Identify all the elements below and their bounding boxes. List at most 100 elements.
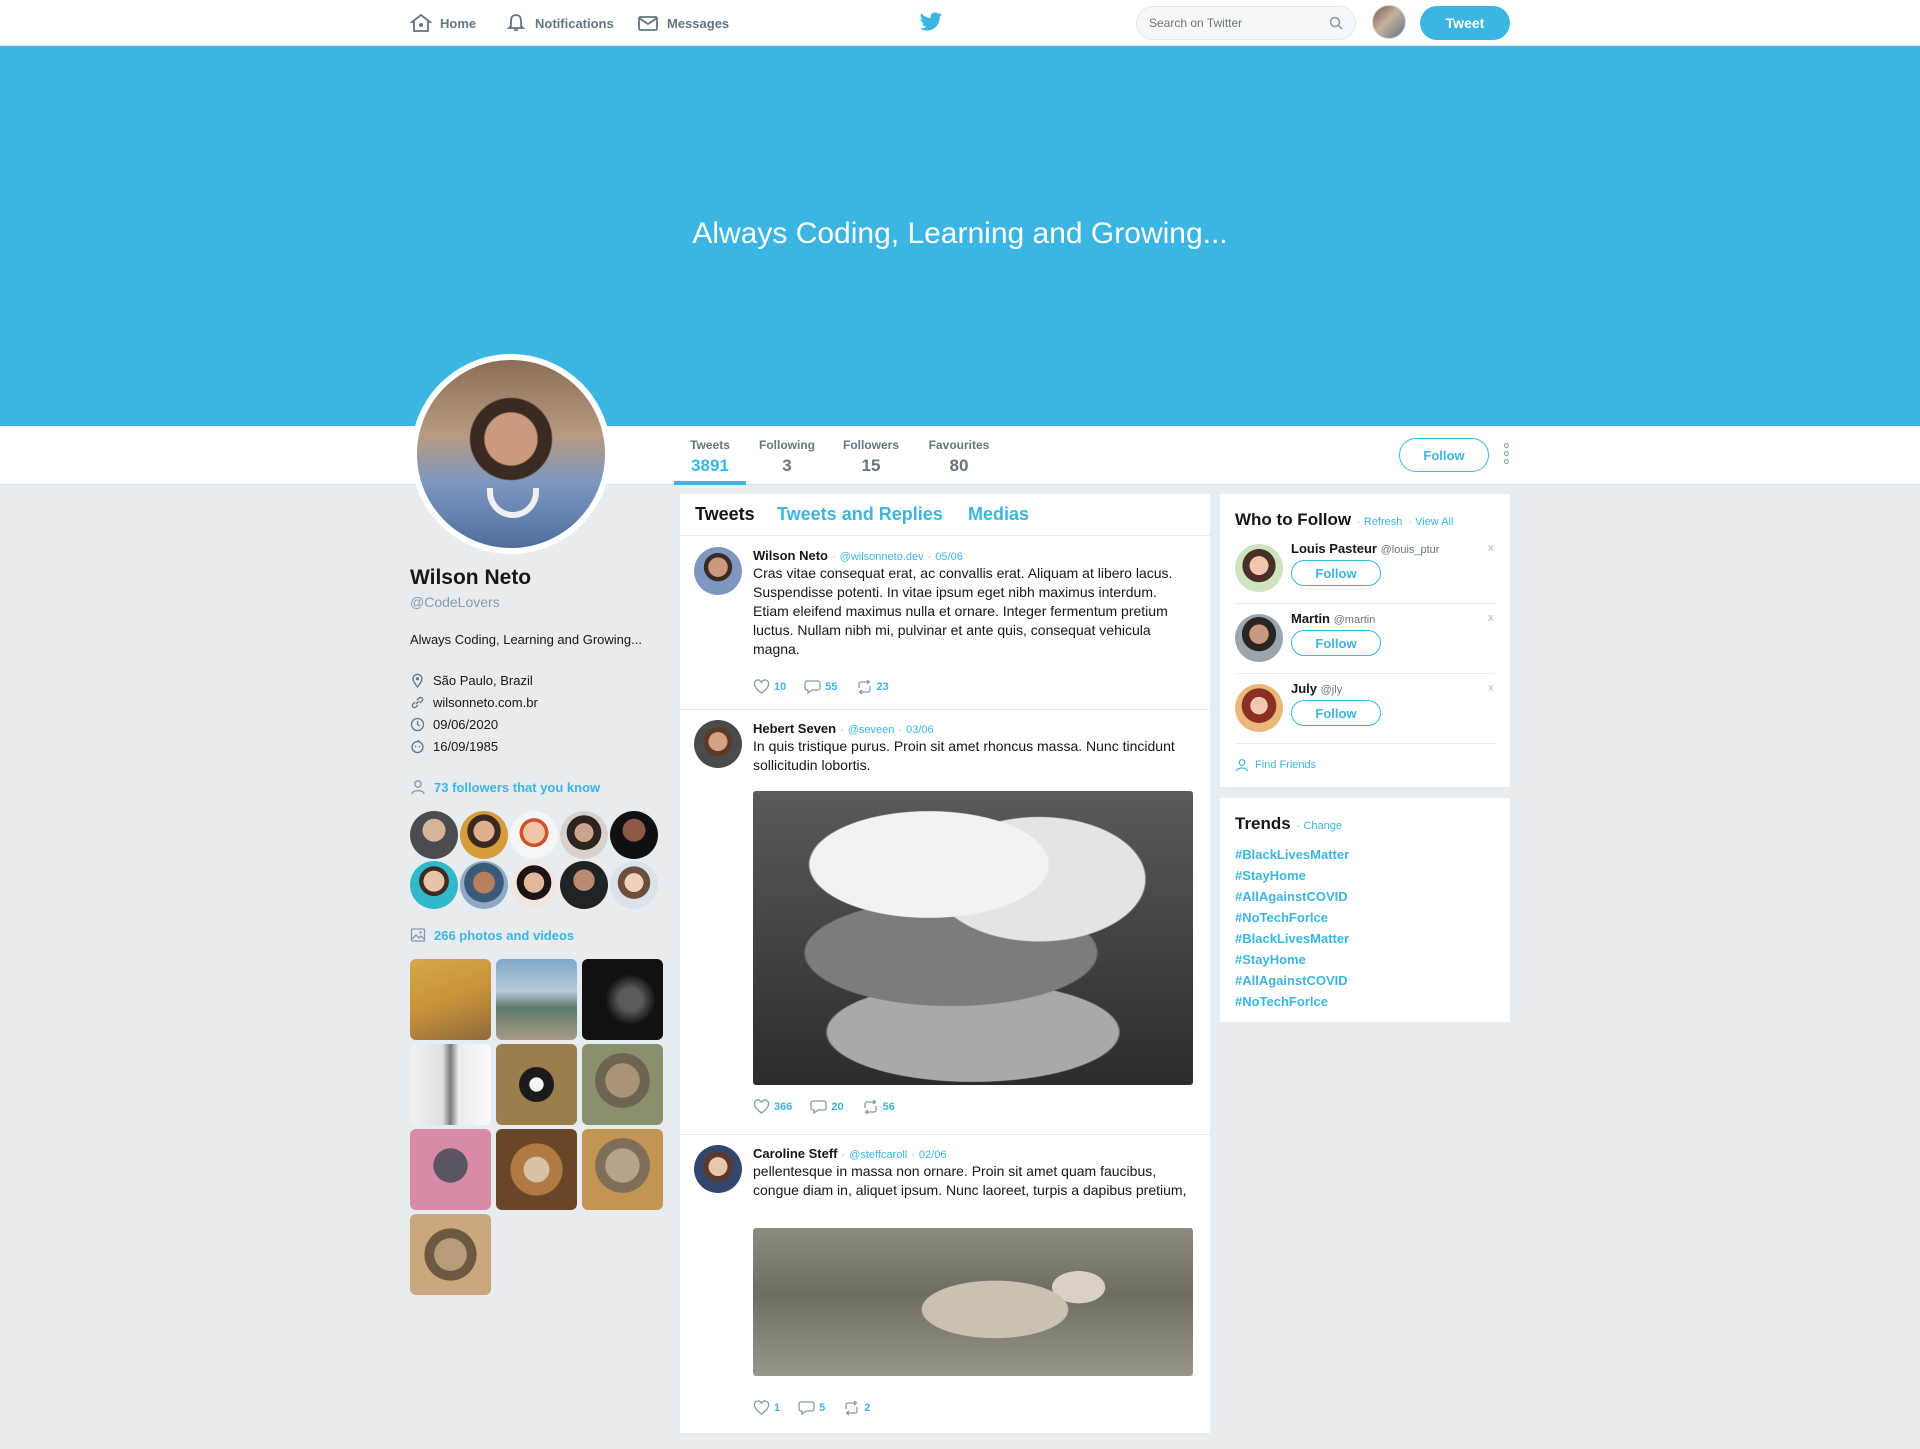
trend-item[interactable]: #NoTechForlce [1235,991,1349,1012]
suggestion-avatar[interactable] [1235,684,1283,732]
refresh-link[interactable]: · Refresh [1357,516,1402,528]
follower-avatar[interactable] [560,811,608,859]
tweet-date[interactable]: 03/06 [906,724,934,736]
find-friends-text[interactable]: Find Friends [1255,759,1316,771]
follower-avatar[interactable] [610,861,658,909]
retweet-action[interactable]: 56 [862,1099,895,1115]
tweet-item[interactable]: Hebert Seven · @seveen · 03/06 In quis t… [680,710,1210,1135]
twitter-bird-icon[interactable] [919,12,943,32]
like-action[interactable]: 366 [753,1099,792,1115]
more-options-icon[interactable] [1500,443,1512,465]
trend-item[interactable]: #BlackLivesMatter [1235,844,1349,865]
nav-avatar[interactable] [1372,5,1406,39]
dismiss-suggestion-icon[interactable]: x [1488,542,1494,554]
follower-avatar[interactable] [410,861,458,909]
media-thumbnail[interactable] [410,959,491,1040]
tweet-author-avatar[interactable] [694,547,742,595]
suggestion-follow-button[interactable]: Follow [1291,560,1381,586]
tweet-date[interactable]: 05/06 [935,551,963,563]
like-action[interactable]: 10 [753,679,786,695]
media-thumbnail[interactable] [582,959,663,1040]
profile-avatar[interactable] [411,354,611,554]
dismiss-suggestion-icon[interactable]: x [1488,612,1494,624]
tweet-author-name[interactable]: Hebert Seven [753,721,836,736]
search-box[interactable] [1136,6,1356,40]
suggestion-follow-button[interactable]: Follow [1291,700,1381,726]
stat-tweets[interactable]: Tweets 3891 [680,438,740,476]
follower-avatar[interactable] [410,811,458,859]
view-all-link[interactable]: · View All [1408,516,1453,528]
followers-you-know-text[interactable]: 73 followers that you know [434,780,600,795]
retweet-action[interactable]: 23 [856,679,889,695]
tab-tweets[interactable]: Tweets [695,504,755,525]
tweet-author-avatar[interactable] [694,720,742,768]
profile-handle[interactable]: @CodeLovers [410,594,666,610]
suggestion-handle[interactable]: @louis_ptur [1381,544,1440,556]
tweet-author-handle[interactable]: @steffcaroll [849,1149,907,1161]
profile-follow-button[interactable]: Follow [1399,438,1489,472]
tweet-author-handle[interactable]: @wilsonneto.dev [840,551,924,563]
follower-avatar[interactable] [510,861,558,909]
follower-avatar[interactable] [610,811,658,859]
trend-item[interactable]: #NoTechForlce [1235,907,1349,928]
tweet-item[interactable]: Caroline Steff · @steffcaroll · 02/06 pe… [680,1135,1210,1433]
tweet-author-handle[interactable]: @seveen [848,724,895,736]
follower-avatar[interactable] [460,811,508,859]
dismiss-suggestion-icon[interactable]: x [1488,682,1494,694]
tab-tweets-and-replies[interactable]: Tweets and Replies [777,504,943,525]
tweet-image[interactable] [753,791,1193,1085]
tweet-date[interactable]: 02/06 [919,1149,947,1161]
media-thumbnail[interactable] [496,959,577,1040]
profile-website[interactable]: wilsonneto.com.br [410,691,666,713]
photos-videos-text[interactable]: 266 photos and videos [434,928,574,943]
tweet-author-name[interactable]: Caroline Steff [753,1146,838,1161]
suggestion-name[interactable]: Louis Pasteur [1291,541,1377,556]
trend-item[interactable]: #StayHome [1235,865,1349,886]
media-thumbnail[interactable] [410,1044,491,1125]
media-thumbnail[interactable] [410,1214,491,1295]
suggestion-handle[interactable]: @jly [1321,684,1343,696]
suggestion-avatar[interactable] [1235,544,1283,592]
nav-notifications[interactable]: Notifications [505,13,614,33]
follower-avatar[interactable] [460,861,508,909]
nav-messages[interactable]: Messages [637,13,729,33]
suggestion-name[interactable]: Martin [1291,611,1330,626]
followers-you-know-link[interactable]: 73 followers that you know [410,779,666,795]
media-thumbnail[interactable] [410,1129,491,1210]
tweet-author-name[interactable]: Wilson Neto [753,548,828,563]
find-friends-link[interactable]: Find Friends [1235,758,1316,772]
change-trends-link[interactable]: · Change [1297,820,1342,832]
tab-medias[interactable]: Medias [968,504,1029,525]
tweet-item[interactable]: Wilson Neto · @wilsonneto.dev · 05/06 Cr… [680,537,1210,710]
photos-videos-link[interactable]: 266 photos and videos [410,927,666,943]
nav-home[interactable]: Home [410,13,476,33]
search-input[interactable] [1149,16,1319,30]
media-thumbnail[interactable] [582,1044,663,1125]
suggestion-name[interactable]: July [1291,681,1317,696]
trend-item[interactable]: #StayHome [1235,949,1349,970]
comment-action[interactable]: 55 [804,679,838,695]
tweet-button[interactable]: Tweet [1420,6,1510,40]
media-thumbnail[interactable] [582,1129,663,1210]
like-action[interactable]: 1 [753,1400,780,1416]
comment-action[interactable]: 20 [810,1099,844,1115]
follower-avatar[interactable] [560,861,608,909]
media-thumbnail[interactable] [496,1044,577,1125]
suggestion-handle[interactable]: @martin [1334,614,1376,626]
suggestion-follow-button[interactable]: Follow [1291,630,1381,656]
media-thumbnail[interactable] [496,1129,577,1210]
stat-followers[interactable]: Followers 15 [838,438,904,476]
stat-favourites[interactable]: Favourites 80 [924,438,994,476]
follower-avatar[interactable] [510,811,558,859]
trend-item[interactable]: #AllAgainstCOVID [1235,970,1349,991]
retweet-action[interactable]: 2 [843,1400,870,1416]
trend-item[interactable]: #AllAgainstCOVID [1235,886,1349,907]
trend-item[interactable]: #BlackLivesMatter [1235,928,1349,949]
suggestion-avatar[interactable] [1235,614,1283,662]
search-icon[interactable] [1329,16,1343,30]
profile-website-text[interactable]: wilsonneto.com.br [433,695,538,710]
tweet-image[interactable] [753,1228,1193,1376]
stat-following[interactable]: Following 3 [756,438,818,476]
comment-action[interactable]: 5 [798,1400,825,1416]
tweet-author-avatar[interactable] [694,1145,742,1193]
